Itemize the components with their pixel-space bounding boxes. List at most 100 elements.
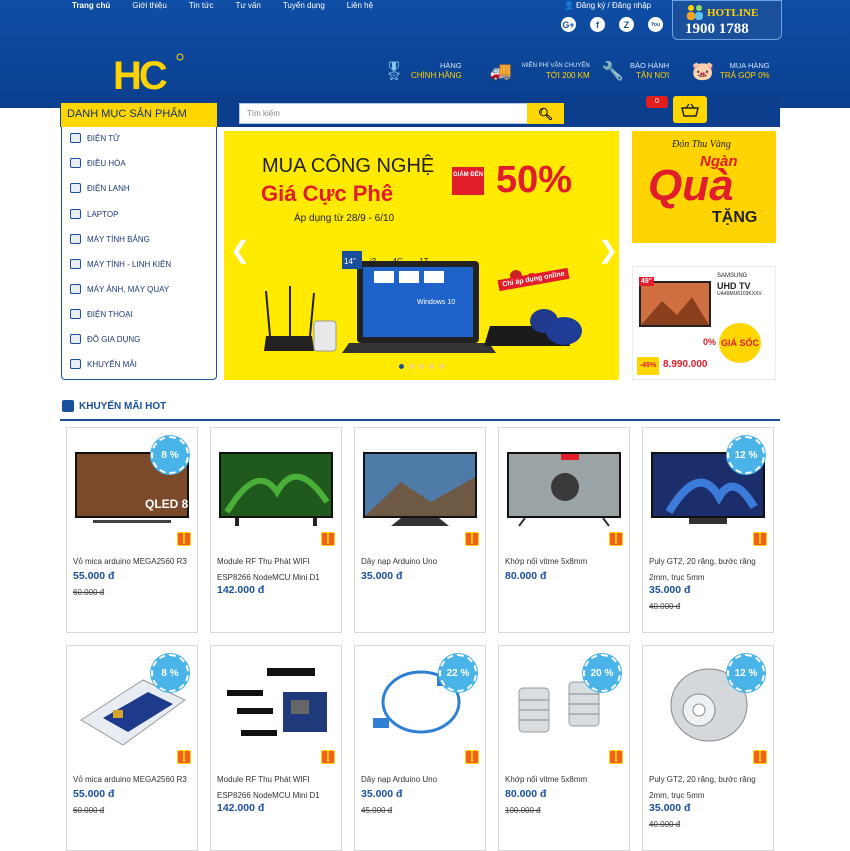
product-price: 35.000 đ bbox=[649, 584, 691, 596]
air-conditioner-icon bbox=[70, 158, 81, 168]
slider-dot[interactable] bbox=[399, 364, 404, 369]
category-item-computer-parts[interactable]: MÁY TÍNH - LINH KIỆN bbox=[70, 258, 171, 270]
product-name[interactable]: Vỏ mica arduino MEGA2560 R3 bbox=[73, 554, 191, 570]
slider-dot[interactable] bbox=[419, 364, 424, 369]
laptop-specs: 14" i3 4G 1T bbox=[344, 257, 444, 266]
product-card[interactable]: 12 % Puly GT2, 20 răng, bước răng 2mm, t… bbox=[642, 645, 774, 851]
feature-genuine-line2: CHÍNH HÃNG bbox=[411, 71, 462, 80]
nav-recruit[interactable]: Tuyển dụng bbox=[283, 1, 325, 13]
product-name[interactable]: Puly GT2, 20 răng, bước răng 2mm, trục 5… bbox=[649, 554, 767, 586]
auth-links[interactable]: 👤 Đăng ký / Đăng nhập bbox=[564, 1, 651, 10]
product-name[interactable]: Vỏ mica arduino MEGA2560 R3 bbox=[73, 772, 191, 788]
product-name[interactable]: Module RF Thu Phát WIFI ESP8266 NodeMCU … bbox=[217, 554, 335, 586]
category-label: ĐIỆN THOẠI bbox=[87, 309, 133, 319]
category-label: ĐỒ GIA DỤNG bbox=[87, 334, 141, 344]
ad1-top: Đón Thu Vàng bbox=[672, 139, 731, 150]
auth-label[interactable]: Đăng ký / Đăng nhập bbox=[576, 1, 651, 10]
gift-box-icon bbox=[321, 532, 335, 546]
cart-button[interactable] bbox=[673, 96, 707, 123]
ad2-discount: -49% bbox=[637, 357, 659, 375]
people-icon bbox=[687, 5, 703, 20]
laptop-icon bbox=[70, 209, 81, 219]
slider-dot[interactable] bbox=[439, 364, 444, 369]
product-card[interactable]: 22 % Dây nạp Arduino Uno 35.000 đ 45.000… bbox=[354, 645, 486, 851]
nav-news[interactable]: Tin tức bbox=[189, 1, 214, 13]
product-card[interactable]: Dây nạp Arduino Uno 35.000 đ bbox=[354, 427, 486, 633]
category-item-refrigeration[interactable]: ĐIỆN LẠNH bbox=[70, 182, 130, 194]
product-price: 35.000 đ bbox=[361, 788, 403, 800]
product-name[interactable]: Khớp nối vitme 5x8mm bbox=[505, 554, 623, 570]
ad2-installment: 0% bbox=[703, 337, 717, 347]
slider-prev-arrow-icon[interactable]: ❮ bbox=[230, 239, 250, 263]
nav-contact[interactable]: Liên hệ bbox=[347, 1, 373, 13]
category-item-promotion[interactable]: KHUYẾN MÃI bbox=[70, 358, 137, 370]
promo-banner-gift[interactable]: Đón Thu Vàng Ngàn Quà TẶNG bbox=[632, 131, 776, 243]
youtube-icon[interactable]: You bbox=[648, 17, 663, 32]
search-input[interactable]: Tìm kiếm bbox=[239, 103, 528, 124]
search-button[interactable]: 🔍︎ bbox=[527, 103, 564, 124]
feature-shipping-line2: TỚI 200 KM bbox=[545, 71, 590, 80]
product-card[interactable]: Module RF Thu Phát WIFI ESP8266 NodeMCU … bbox=[210, 427, 342, 633]
site-logo[interactable]: HC bbox=[113, 53, 185, 93]
nav-home[interactable]: Trang chủ bbox=[72, 1, 110, 13]
slider-dot[interactable] bbox=[429, 364, 434, 369]
nav-consult[interactable]: Tư vấn bbox=[235, 1, 260, 13]
promo-banner-tv[interactable]: SAMSUNG UHD TV UA49MU6103KXXV 49" 0% GIÁ… bbox=[632, 266, 776, 380]
product-old-price: 60.000 đ bbox=[73, 588, 105, 597]
product-name[interactable]: Dây nạp Arduino Uno bbox=[361, 554, 479, 570]
feature-warranty: 🔧 BẢO HÀNH TẬN NƠI bbox=[602, 56, 669, 86]
category-item-camera[interactable]: MÁY ẢNH, MÁY QUAY bbox=[70, 283, 169, 295]
zalo-icon[interactable]: Z bbox=[619, 17, 634, 32]
slider-dot[interactable] bbox=[409, 364, 414, 369]
product-card[interactable]: 8 % Vỏ mica arduino MEGA2560 R3 55.000 đ… bbox=[66, 645, 198, 851]
discount-badge: 20 % bbox=[583, 654, 621, 692]
category-label: ĐIỀU HÒA bbox=[87, 158, 126, 168]
hot-deals-title: KHUYẾN MÃI HOT bbox=[79, 400, 167, 412]
product-name[interactable]: Dây nạp Arduino Uno bbox=[361, 772, 479, 788]
hero-slider[interactable]: MUA CÔNG NGHỆ Giá Cực Phê Áp dụng từ 28/… bbox=[224, 131, 619, 380]
shopping-basket-icon bbox=[681, 103, 699, 117]
hero-os-label: Windows 10 bbox=[417, 299, 456, 306]
tablet-icon bbox=[70, 234, 81, 244]
product-card[interactable]: 20 % Khớp nối vitme 5x8mm 80.000 đ 100.0… bbox=[498, 645, 630, 851]
facebook-icon[interactable]: f bbox=[590, 17, 605, 32]
product-card[interactable]: 12 % Puly GT2, 20 răng, bước răng 2mm, t… bbox=[642, 427, 774, 633]
product-price: 80.000 đ bbox=[505, 788, 547, 800]
category-item-electronics[interactable]: ĐIỆN TỬ bbox=[70, 132, 120, 144]
hero-headline: MUA CÔNG NGHỆ bbox=[262, 155, 435, 177]
ad2-brand: SAMSUNG bbox=[717, 273, 748, 279]
product-old-price: 45.000 đ bbox=[361, 806, 393, 815]
category-item-home-appliances[interactable]: ĐỒ GIA DỤNG bbox=[70, 333, 140, 345]
hero-discount-badge: GIẢM ĐẾN bbox=[452, 167, 484, 195]
category-menu: ĐIỆN TỬ ĐIỀU HÒA ĐIỆN LẠNH LAPTOP MÁY TÍ… bbox=[61, 127, 217, 380]
phone-icon bbox=[70, 309, 81, 319]
product-price: 142.000 đ bbox=[217, 584, 265, 596]
ad2-size: 49" bbox=[639, 277, 655, 286]
product-card[interactable]: Module RF Thu Phát WIFI ESP8266 NodeMCU … bbox=[210, 645, 342, 851]
product-card[interactable]: Khớp nối vitme 5x8mm 80.000 đ bbox=[498, 427, 630, 633]
product-price: 35.000 đ bbox=[361, 570, 403, 582]
feature-installment-line2: TRẢ GÓP 0% bbox=[720, 71, 770, 80]
category-item-phone[interactable]: ĐIỆN THOẠI bbox=[70, 308, 133, 320]
category-item-laptop[interactable]: LAPTOP bbox=[70, 208, 118, 220]
ad1-bottom: TẶNG bbox=[712, 209, 758, 226]
product-card[interactable]: QLED 8K 8 % Vỏ mica arduino MEGA2560 R3 … bbox=[66, 427, 198, 633]
product-price: 55.000 đ bbox=[73, 570, 115, 582]
slider-next-arrow-icon[interactable]: ❯ bbox=[598, 239, 618, 263]
sale-tag-icon bbox=[70, 359, 81, 369]
product-name[interactable]: Khớp nối vitme 5x8mm bbox=[505, 772, 623, 788]
feature-warranty-line2: TẬN NƠI bbox=[636, 71, 670, 80]
hotline-number[interactable]: 1900 1788 bbox=[685, 21, 749, 38]
hotline-box[interactable]: HOTLINE 1900 1788 bbox=[672, 0, 782, 40]
category-label: MÁY TÍNH BẢNG bbox=[87, 234, 150, 244]
category-item-tablet[interactable]: MÁY TÍNH BẢNG bbox=[70, 233, 150, 245]
product-name[interactable]: Puly GT2, 20 răng, bước răng 2mm, trục 5… bbox=[649, 772, 767, 804]
product-name[interactable]: Module RF Thu Phát WIFI ESP8266 NodeMCU … bbox=[217, 772, 335, 804]
gift-box-icon bbox=[753, 750, 767, 764]
nav-about[interactable]: Giới thiệu bbox=[132, 1, 167, 13]
category-item-air-conditioner[interactable]: ĐIỀU HÒA bbox=[70, 157, 126, 169]
section-divider bbox=[60, 419, 780, 421]
google-plus-icon[interactable]: G+ bbox=[561, 17, 576, 32]
truck-icon: 🚚 bbox=[489, 60, 513, 81]
medal-icon: 🎖 bbox=[382, 60, 406, 81]
